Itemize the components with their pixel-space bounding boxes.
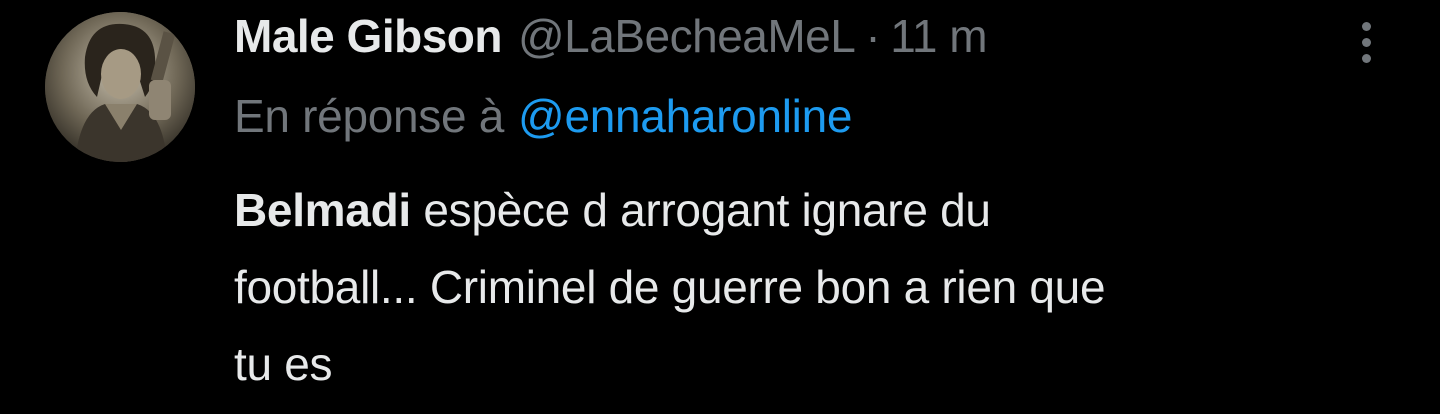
author-handle[interactable]: @LaBecheaMeL xyxy=(518,9,856,63)
more-vertical-icon-dot-3 xyxy=(1361,53,1371,63)
reply-context: En réponse à @ennaharonline xyxy=(234,86,852,146)
author-name[interactable]: Male Gibson xyxy=(234,9,502,63)
reply-mention-link[interactable]: @ennaharonline xyxy=(518,89,852,143)
more-options-button[interactable] xyxy=(1348,12,1384,72)
separator-dot: · xyxy=(865,10,881,62)
tweet-line-1-rest: espèce d arrogant ignare du xyxy=(410,184,991,236)
avatar[interactable] xyxy=(45,12,195,162)
tweet-bold-word: Belmadi xyxy=(234,184,411,236)
tweet-text-line-2: football... Criminel de guerre bon a rie… xyxy=(234,261,1106,313)
avatar-image xyxy=(45,12,195,162)
tweet-text-line-1: Belmadi espèce d arrogant ignare du xyxy=(234,172,1374,249)
tweet-text: Belmadi espèce d arrogant ignare du foot… xyxy=(234,172,1374,403)
more-vertical-icon-dot-1 xyxy=(1361,21,1371,31)
more-vertical-icon-dot-2 xyxy=(1361,37,1371,47)
tweet-header: Male Gibson @LaBecheaMeL · 11 m xyxy=(234,6,988,66)
reply-prefix: En réponse à xyxy=(234,90,505,142)
tweet-text-line-3: tu es xyxy=(234,338,333,390)
timestamp[interactable]: 11 m xyxy=(890,9,987,63)
tweet[interactable]: Male Gibson @LaBecheaMeL · 11 m En répon… xyxy=(0,0,1440,414)
